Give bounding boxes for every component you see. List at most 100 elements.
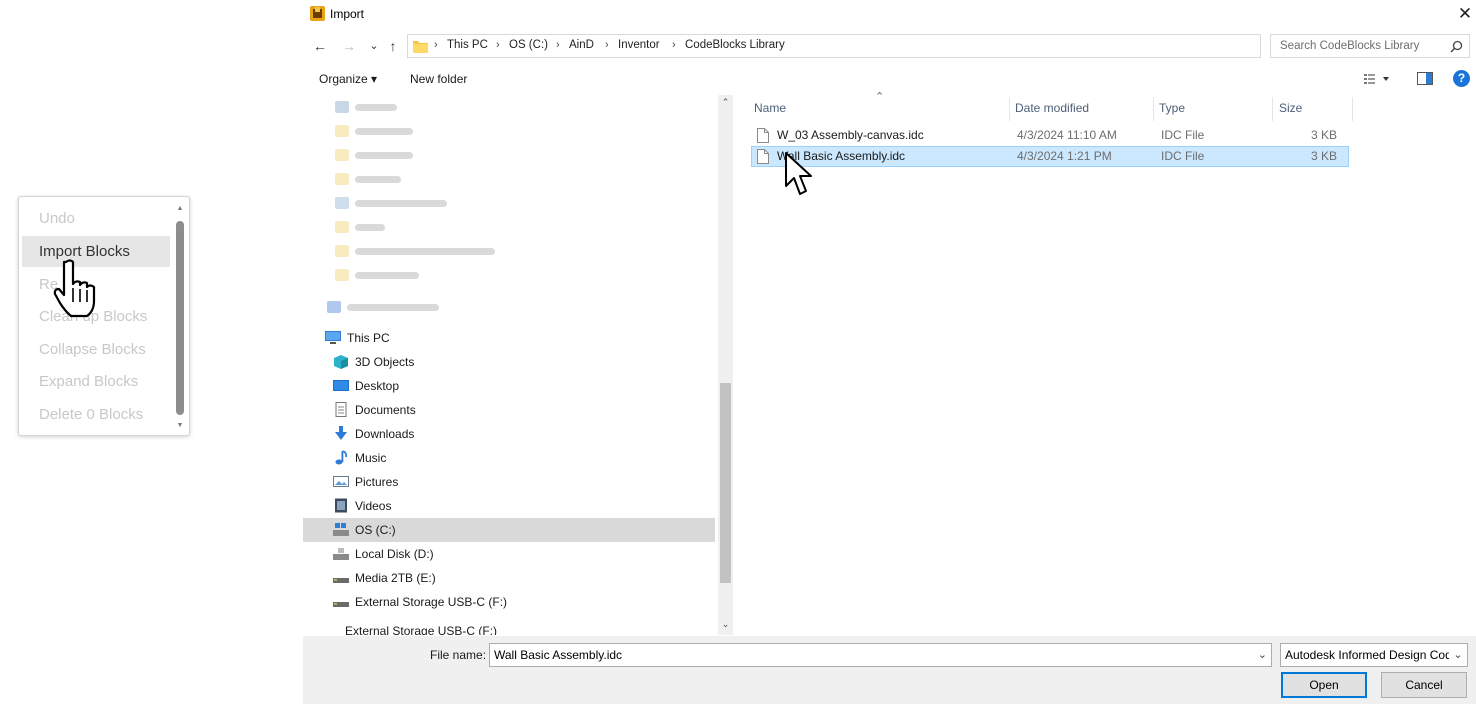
tree-item-documents[interactable]: Documents [323, 398, 713, 422]
tree-label: Desktop [355, 379, 400, 393]
tree-label: 3D Objects [355, 355, 415, 369]
tree-item-media-2tb-e[interactable]: Media 2TB (E:) [323, 566, 713, 590]
tree-item-music[interactable]: Music [323, 446, 713, 470]
file-list: ⌃ Name Date modified Type Size W_03 Asse… [735, 91, 1476, 635]
column-divider[interactable] [1272, 97, 1273, 121]
breadcrumb-os-c[interactable]: OS (C:) [509, 39, 548, 51]
file-size: 3 KB [1310, 149, 1337, 163]
pc-icon [325, 331, 341, 344]
scroll-up-arrow-icon[interactable]: ⌃ [720, 97, 731, 108]
cancel-button[interactable]: Cancel [1381, 672, 1467, 698]
tree-item-os-c[interactable]: OS (C:) [303, 518, 715, 542]
command-bar: Organize ▾ New folder ? [303, 64, 1476, 94]
column-divider[interactable] [1153, 97, 1154, 121]
recent-locations-chevron-icon[interactable]: ⌄ [365, 36, 383, 56]
column-divider[interactable] [1009, 97, 1010, 121]
column-header-date-modified[interactable]: Date modified [1015, 101, 1089, 115]
tree-item-local-disk-d[interactable]: Local Disk (D:) [323, 542, 713, 566]
navigation-scroll-thumb[interactable] [720, 383, 731, 583]
file-row[interactable]: W_03 Assembly-canvas.idc 4/3/2024 11:10 … [751, 125, 1349, 146]
search-input[interactable]: Search CodeBlocks Library [1270, 34, 1470, 58]
breadcrumb-codeblocks-library[interactable]: CodeBlocks Library [685, 39, 785, 51]
folder-icon [413, 41, 428, 53]
import-dialog: Import ✕ ← → ⌄ ↑ › This PC › OS (C:) › A… [303, 0, 1476, 704]
drive-icon [333, 578, 349, 583]
disk-icon [333, 548, 349, 560]
breadcrumb-aind[interactable]: AinD [569, 39, 594, 51]
tree-item-pictures[interactable]: Pictures [323, 470, 713, 494]
chevron-down-icon[interactable]: ⌄ [1449, 644, 1467, 666]
videos-icon [335, 498, 347, 513]
menu-scrollbar[interactable]: ▲ ▼ [174, 203, 186, 431]
navigation-scrollbar[interactable]: ⌃ ⌄ [718, 95, 733, 635]
tree-item-external-storage-f[interactable]: External Storage USB-C (F:) [323, 590, 713, 614]
tree-label: External Storage USB-C (F:) [355, 595, 508, 609]
tree-label: Music [355, 451, 387, 465]
menu-item-delete-blocks[interactable]: Delete 0 Blocks [22, 399, 170, 430]
download-icon [335, 426, 347, 440]
dialog-titlebar: Import ✕ [303, 0, 1476, 30]
scroll-up-arrow-icon[interactable]: ▲ [175, 205, 185, 213]
tree-label: Documents [355, 403, 416, 417]
file-date: 4/3/2024 1:21 PM [1017, 149, 1112, 163]
close-button[interactable]: ✕ [1454, 2, 1476, 26]
new-folder-button[interactable]: New folder [410, 72, 467, 86]
breadcrumb-chevron-icon: › [672, 39, 676, 51]
tree-item-videos[interactable]: Videos [323, 494, 713, 518]
tree-label: External Storage USB-C (F:) [345, 624, 498, 635]
breadcrumb-this-pc[interactable]: This PC [447, 39, 488, 51]
arrow-pointer-cursor-icon [785, 152, 812, 195]
preview-pane-icon[interactable] [1417, 72, 1433, 85]
address-bar[interactable]: › This PC › OS (C:) › AinD › Inventor › … [407, 34, 1357, 58]
column-divider[interactable] [1352, 97, 1353, 121]
breadcrumb-inventor[interactable]: Inventor [618, 39, 660, 51]
menu-item-expand-blocks[interactable]: Expand Blocks [22, 366, 170, 397]
tree-label: Pictures [355, 475, 399, 489]
menu-scroll-thumb[interactable] [176, 221, 184, 415]
file-icon [757, 149, 769, 164]
tree-label: This PC [347, 331, 390, 345]
search-icon[interactable] [1450, 40, 1463, 53]
help-icon[interactable]: ? [1453, 70, 1470, 87]
menu-item-collapse-blocks[interactable]: Collapse Blocks [22, 334, 170, 365]
column-header-type[interactable]: Type [1159, 101, 1185, 115]
file-row[interactable]: Wall Basic Assembly.idc 4/3/2024 1:21 PM… [751, 146, 1349, 167]
tree-item-external-storage-f-root[interactable]: External Storage USB-C (F:) [323, 619, 713, 635]
column-header-size[interactable]: Size [1279, 101, 1302, 115]
file-type: IDC File [1161, 149, 1205, 163]
inventor-app-icon [310, 6, 325, 21]
file-name-label: File name: [430, 648, 487, 662]
hand-pointer-cursor-icon [53, 259, 96, 318]
column-header-name[interactable]: Name [754, 101, 786, 115]
tree-item-this-pc[interactable]: This PC [323, 326, 713, 350]
up-arrow-icon[interactable]: ↑ [384, 36, 402, 56]
os-drive-icon [333, 523, 349, 536]
document-icon [335, 402, 347, 417]
tree-item-3d-objects[interactable]: 3D Objects [323, 350, 713, 374]
file-type-select[interactable]: Autodesk Informed Design Code ⌄ [1280, 643, 1468, 667]
scroll-down-arrow-icon[interactable]: ⌄ [720, 619, 731, 630]
dialog-title: Import [330, 7, 365, 21]
open-button[interactable]: Open [1281, 672, 1367, 698]
file-name-value: Wall Basic Assembly.idc [494, 648, 623, 662]
chevron-down-icon[interactable]: ⌄ [1258, 648, 1267, 661]
tree-item-downloads[interactable]: Downloads [323, 422, 713, 446]
cube-icon [334, 355, 348, 369]
file-type: IDC File [1161, 128, 1205, 142]
organize-button[interactable]: Organize ▾ [319, 72, 377, 86]
pictures-icon [333, 476, 349, 487]
menu-item-undo[interactable]: Undo [22, 203, 170, 234]
change-view-icon[interactable] [1363, 71, 1393, 87]
breadcrumb-chevron-icon: › [496, 39, 500, 51]
back-arrow-icon[interactable]: ← [311, 36, 329, 56]
forward-arrow-icon[interactable]: → [340, 36, 358, 56]
tree-item-desktop[interactable]: Desktop [323, 374, 713, 398]
file-icon [757, 128, 769, 143]
desktop-icon [333, 380, 349, 391]
file-name-input[interactable]: Wall Basic Assembly.idc ⌄ [489, 643, 1272, 667]
breadcrumb-chevron-icon: › [434, 39, 438, 51]
tree-label: OS (C:) [355, 523, 396, 537]
music-icon [335, 450, 348, 465]
tree-label: Videos [355, 499, 392, 513]
scroll-down-arrow-icon[interactable]: ▼ [175, 422, 185, 430]
